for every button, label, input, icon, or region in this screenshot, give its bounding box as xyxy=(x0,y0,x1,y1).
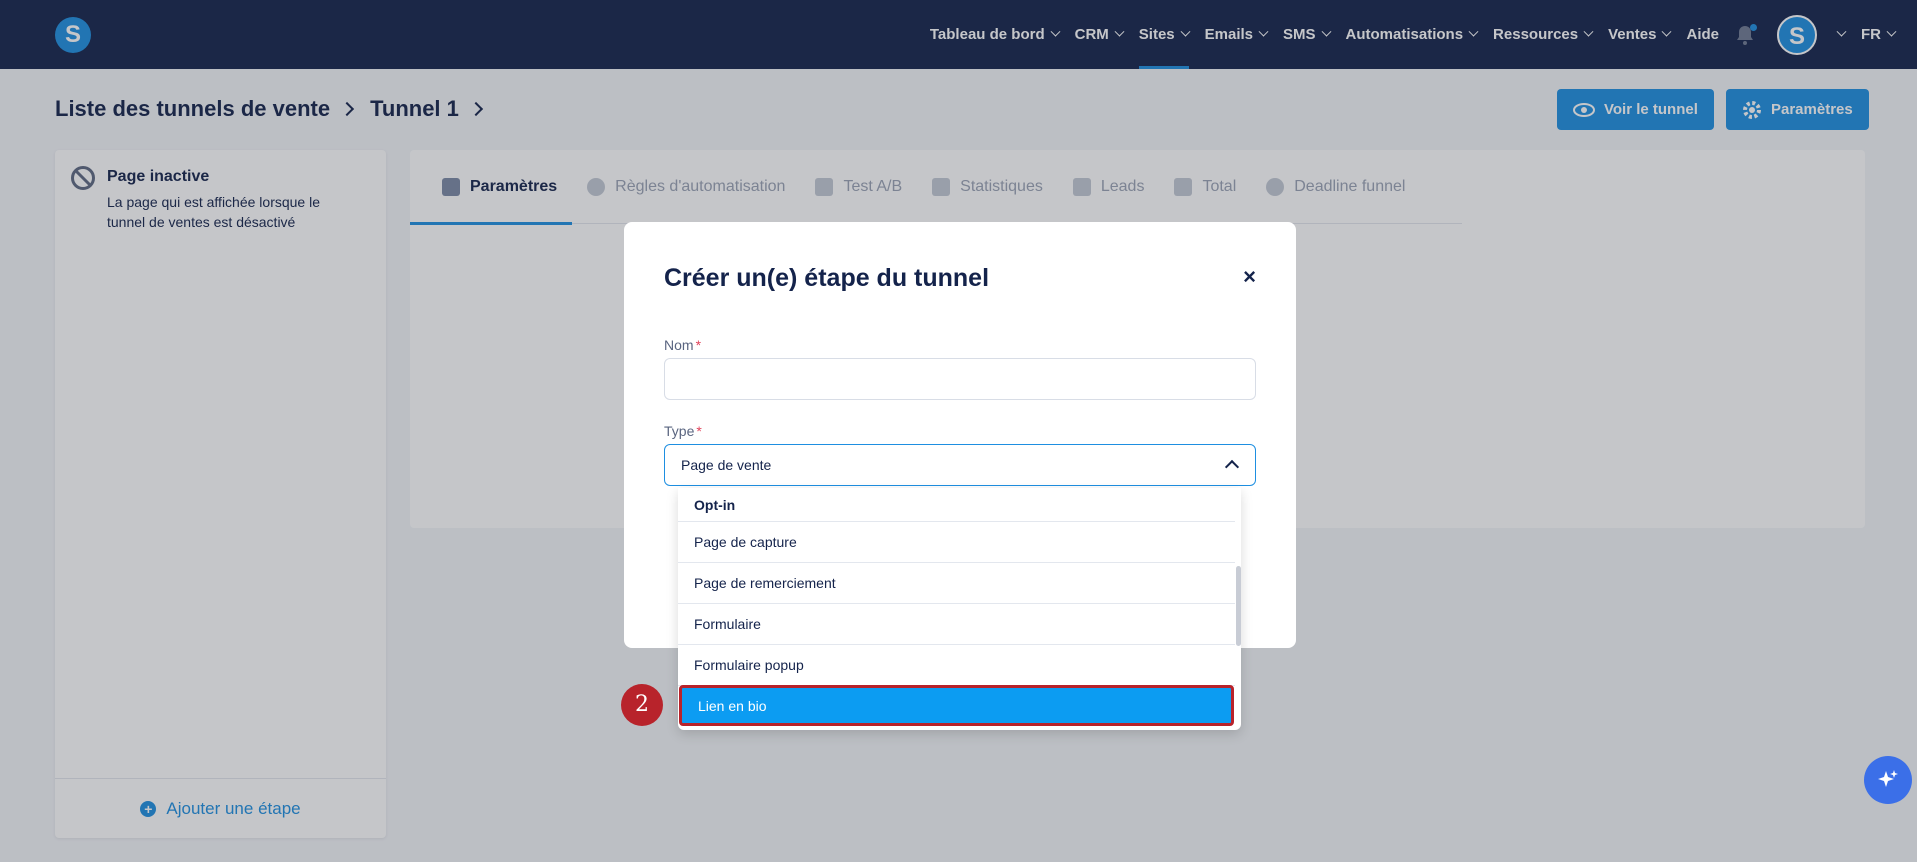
dropdown-option[interactable]: Formulaire xyxy=(678,604,1235,645)
type-select[interactable]: Page de vente xyxy=(664,444,1256,486)
chevron-up-icon xyxy=(1224,459,1240,475)
step-number-badge: 2 xyxy=(621,684,663,726)
dropdown-option[interactable]: Formulaire popup xyxy=(678,645,1235,686)
dropdown-scrollbar[interactable] xyxy=(1236,566,1241,646)
type-label-text: Type xyxy=(664,423,695,439)
close-icon[interactable]: × xyxy=(1243,264,1256,290)
dropdown-option-selected[interactable]: Lien en bio xyxy=(679,685,1234,726)
ai-assistant-button[interactable] xyxy=(1864,756,1912,804)
dropdown-option[interactable]: Page de remerciement xyxy=(678,563,1235,604)
type-select-value: Page de vente xyxy=(681,457,772,473)
type-dropdown-list: Opt-in Page de capture Page de remerciem… xyxy=(678,488,1241,730)
type-field-label: Type * xyxy=(664,423,702,439)
name-label-text: Nom xyxy=(664,337,694,353)
sparkle-icon xyxy=(1878,770,1898,787)
name-field-label: Nom * xyxy=(664,337,701,353)
required-mark: * xyxy=(695,337,702,353)
modal-title: Créer un(e) étape du tunnel xyxy=(664,264,990,292)
name-field[interactable] xyxy=(664,358,1256,400)
required-mark: * xyxy=(696,423,702,439)
dropdown-option[interactable]: Page de capture xyxy=(678,522,1235,563)
dropdown-group-label: Opt-in xyxy=(678,488,1235,522)
